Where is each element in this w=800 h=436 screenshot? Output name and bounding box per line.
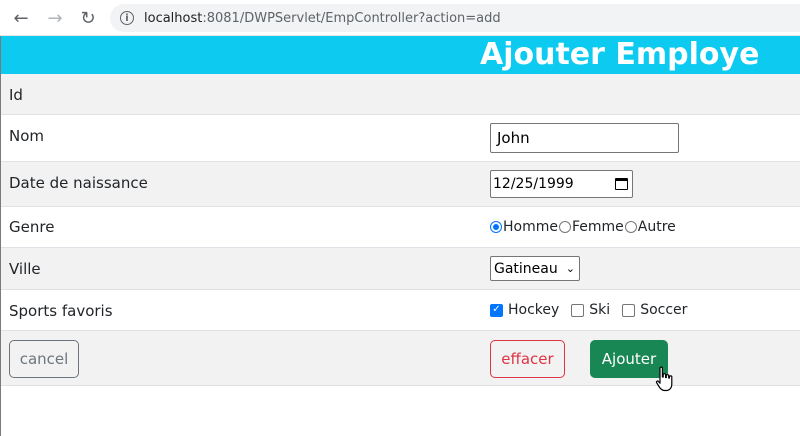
ville-label: Ville	[9, 260, 41, 278]
url-host: localhost	[144, 10, 203, 26]
reload-icon[interactable]: ↻	[76, 6, 100, 30]
form-row-genre: Genre Homme Femme Autre	[1, 207, 800, 248]
radio-autre-label: Autre	[637, 219, 676, 235]
sports-label: Sports favoris	[9, 302, 113, 320]
sport-soccer: Soccer	[622, 302, 687, 318]
nom-input[interactable]: John	[490, 123, 679, 153]
info-icon[interactable]: i	[120, 11, 134, 25]
cancel-button[interactable]: cancel	[9, 340, 79, 378]
checkbox-ski[interactable]	[571, 303, 585, 317]
page-header: Ajouter Employe	[1, 36, 800, 74]
form-row-actions: cancel effacer Ajouter	[1, 331, 800, 386]
checkbox-hockey-label: Hockey	[508, 302, 560, 318]
ville-select[interactable]: Gatineau ⌄	[490, 256, 580, 281]
radio-femme[interactable]	[558, 221, 571, 233]
checkbox-soccer[interactable]	[622, 303, 636, 317]
sport-hockey: ✓ Hockey	[490, 302, 559, 318]
genre-label: Genre	[9, 218, 55, 236]
page-title: Ajouter Employe	[480, 37, 760, 72]
checkbox-hockey[interactable]: ✓	[490, 303, 503, 317]
genre-radio-group: Homme Femme Autre	[490, 219, 676, 235]
browser-toolbar: ← → ↻ i localhost:8081/DWPServlet/EmpCon…	[0, 0, 800, 36]
forward-arrow-icon[interactable]: →	[43, 6, 67, 30]
checkbox-ski-label: Ski	[589, 302, 611, 318]
back-arrow-icon[interactable]: ←	[9, 6, 33, 30]
dob-value: 12/25/1999	[493, 176, 574, 192]
form-row-sports: Sports favoris ✓ Hockey Ski Soccer	[1, 290, 800, 331]
ville-value: Gatineau	[494, 260, 558, 277]
address-bar[interactable]: i localhost:8081/DWPServlet/EmpControlle…	[110, 4, 800, 32]
sport-ski: Ski	[571, 302, 610, 318]
id-label: Id	[9, 86, 23, 104]
radio-homme-label: Homme	[503, 219, 558, 235]
hand-cursor-icon	[655, 366, 673, 392]
url-text: localhost:8081/DWPServlet/EmpController?…	[144, 11, 501, 26]
form-row-ville: Ville Gatineau ⌄	[1, 248, 800, 290]
radio-femme-label: Femme	[571, 219, 624, 235]
form-row-id: Id	[1, 74, 800, 115]
form-row-nom: Nom John	[1, 115, 800, 162]
url-path: :8081/DWPServlet/EmpController?action=ad…	[202, 10, 501, 26]
sports-checkbox-group: ✓ Hockey Ski Soccer	[490, 302, 699, 318]
checkbox-soccer-label: Soccer	[640, 302, 688, 318]
chevron-down-icon: ⌄	[565, 262, 575, 275]
nom-label: Nom	[9, 127, 45, 145]
radio-homme[interactable]	[490, 221, 502, 233]
effacer-button[interactable]: effacer	[490, 340, 565, 378]
radio-autre[interactable]	[624, 221, 637, 233]
dob-input[interactable]: 12/25/1999	[490, 170, 633, 198]
dob-label: Date de naissance	[9, 174, 148, 192]
form-row-date: Date de naissance 12/25/1999	[1, 162, 800, 207]
calendar-icon[interactable]	[615, 178, 628, 190]
